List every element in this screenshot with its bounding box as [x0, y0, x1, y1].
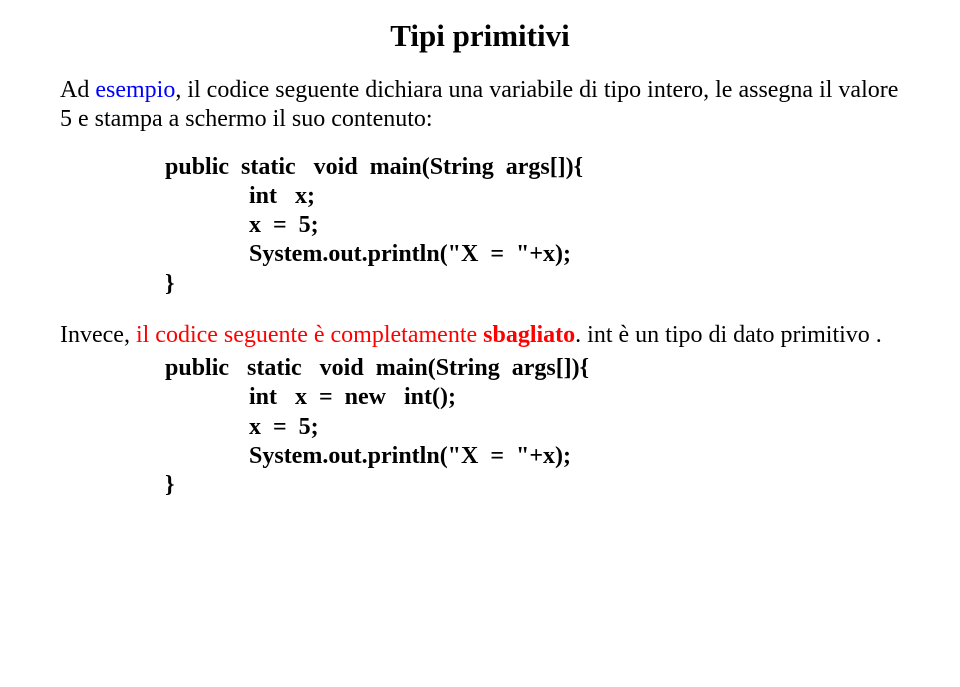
- code-block-1: public static void main(String args[]){ …: [165, 153, 900, 299]
- intro2-text-2: . int è un tipo di dato primitivo .: [575, 322, 882, 348]
- code-line: public static void main(String args[]){: [165, 354, 900, 383]
- page: Tipi primitivi Ad esempio, il codice seg…: [0, 0, 960, 500]
- code-line: }: [165, 471, 900, 500]
- code-block-2: public static void main(String args[]){ …: [165, 354, 900, 500]
- code-line: x = 5;: [165, 211, 900, 240]
- intro2-red-bold: sbagliato: [483, 322, 575, 348]
- intro-text-2: , il codice seguente dichiara una variab…: [60, 77, 898, 132]
- code-line: int x = new int();: [165, 383, 900, 412]
- page-title: Tipi primitivi: [60, 18, 900, 54]
- intro-highlight: esempio: [95, 77, 175, 103]
- intro-text-1: Ad: [60, 77, 95, 103]
- code-line: int x;: [165, 182, 900, 211]
- intro-paragraph-2: Invece, il codice seguente è completamen…: [60, 321, 900, 350]
- code-line: System.out.println("X = "+x);: [165, 240, 900, 269]
- code-line: public static void main(String args[]){: [165, 153, 900, 182]
- code-line: x = 5;: [165, 413, 900, 442]
- intro2-text-1: Invece,: [60, 322, 136, 348]
- code-line: System.out.println("X = "+x);: [165, 442, 900, 471]
- intro-paragraph-1: Ad esempio, il codice seguente dichiara …: [60, 76, 900, 135]
- intro2-red-text: il codice seguente è completamente: [136, 322, 483, 348]
- code-line: }: [165, 270, 900, 299]
